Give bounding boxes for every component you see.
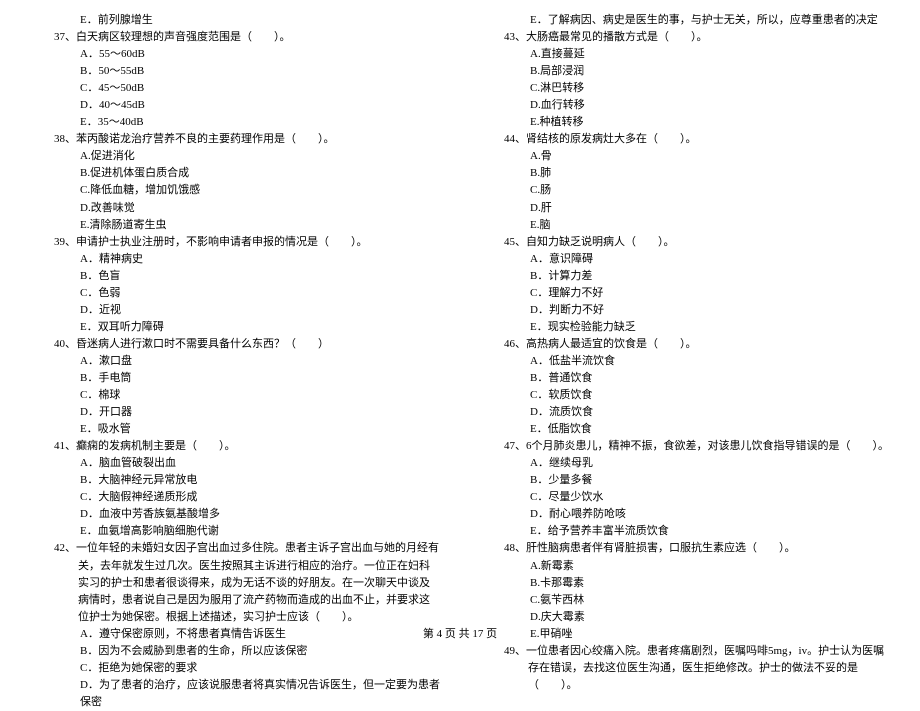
q44-opt-a: A.骨: [480, 148, 890, 165]
q45-opt-d: D．判断力不好: [480, 302, 890, 319]
q43-stem: 43、大肠癌最常见的播散方式是（ ）。: [504, 29, 890, 46]
q46-opt-b: B．普通饮食: [480, 370, 890, 387]
q39-opt-b: B．色盲: [30, 268, 440, 285]
q39-opt-c: C．色弱: [30, 285, 440, 302]
q48-opt-d: D.庆大霉素: [480, 609, 890, 626]
q46-opt-e: E．低脂饮食: [480, 421, 890, 438]
q46-opt-d: D．流质饮食: [480, 404, 890, 421]
q40-opt-a: A．漱口盘: [30, 353, 440, 370]
q46-opt-c: C．软质饮食: [480, 387, 890, 404]
q38-opt-e: E.清除肠道寄生虫: [30, 217, 440, 234]
q48-opt-b: B.卡那霉素: [480, 575, 890, 592]
q42-opt-c: C．拒绝为她保密的要求: [30, 660, 440, 677]
q48-opt-c: C.氨苄西林: [480, 592, 890, 609]
q44-opt-c: C.肠: [480, 182, 890, 199]
q43-opt-a: A.直接蔓延: [480, 46, 890, 63]
q45-opt-c: C．理解力不好: [480, 285, 890, 302]
q37-opt-d: D．40～45dB: [30, 97, 440, 114]
q41-opt-d: D．血液中芳香族氨基酸增多: [30, 506, 440, 523]
q39-opt-a: A．精神病史: [30, 251, 440, 268]
q39-opt-d: D．近视: [30, 302, 440, 319]
q42-option-e: E．了解病因、病史是医生的事，与护士无关，所以，应尊重患者的决定: [480, 12, 890, 29]
q42-opt-a: A．遵守保密原则，不将患者真情告诉医生: [30, 626, 440, 643]
q39-opt-e: E．双耳听力障碍: [30, 319, 440, 336]
q47-opt-d: D．耐心喂养防呛咳: [480, 506, 890, 523]
q42-stem: 42、一位年轻的未婚妇女因子宫出血过多住院。患者主诉子宫出血与她的月经有关，去年…: [54, 540, 440, 625]
q37-opt-a: A．55～60dB: [30, 46, 440, 63]
q48-stem: 48、肝性脑病患者伴有肾脏损害，口服抗生素应选（ ）。: [504, 540, 890, 557]
q47-opt-c: C．尽量少饮水: [480, 489, 890, 506]
q37-stem: 37、白天病区较理想的声音强度范围是（ ）。: [54, 29, 440, 46]
q49-stem: 49、一位患者因心绞痛入院。患者疼痛剧烈，医嘱吗啡5mg，iv。护士认为医嘱存在…: [504, 643, 890, 694]
right-column: E．了解病因、病史是医生的事，与护士无关，所以，应尊重患者的决定 43、大肠癌最…: [480, 12, 890, 617]
q40-opt-b: B．手电筒: [30, 370, 440, 387]
q37-opt-b: B．50～55dB: [30, 63, 440, 80]
q45-opt-b: B．计算力差: [480, 268, 890, 285]
left-column: E．前列腺增生 37、白天病区较理想的声音强度范围是（ ）。 A．55～60dB…: [30, 12, 440, 617]
q47-opt-a: A．继续母乳: [480, 455, 890, 472]
q43-opt-d: D.血行转移: [480, 97, 890, 114]
q41-opt-a: A．脑血管破裂出血: [30, 455, 440, 472]
q43-opt-e: E.种植转移: [480, 114, 890, 131]
q40-opt-c: C．棉球: [30, 387, 440, 404]
q48-opt-a: A.新霉素: [480, 558, 890, 575]
q43-opt-b: B.局部浸润: [480, 63, 890, 80]
q47-stem: 47、6个月肺炎患儿，精神不振，食欲差，对该患儿饮食指导错误的是（ ）。: [504, 438, 890, 455]
q47-opt-e: E．给予营养丰富半流质饮食: [480, 523, 890, 540]
q44-opt-e: E.脑: [480, 217, 890, 234]
q42-opt-b: B．因为不会威胁到患者的生命，所以应该保密: [30, 643, 440, 660]
q40-opt-e: E．吸水管: [30, 421, 440, 438]
q39-stem: 39、申请护士执业注册时，不影响申请者申报的情况是（ ）。: [54, 234, 440, 251]
q40-stem: 40、昏迷病人进行漱口时不需要具备什么东西？（ ）: [54, 336, 440, 353]
q41-opt-e: E．血氨增高影响脑细胞代谢: [30, 523, 440, 540]
q41-opt-b: B．大脑神经元异常放电: [30, 472, 440, 489]
q37-opt-c: C．45～50dB: [30, 80, 440, 97]
q38-stem: 38、苯丙酸诺龙治疗营养不良的主要药理作用是（ ）。: [54, 131, 440, 148]
q45-opt-e: E．现实检验能力缺乏: [480, 319, 890, 336]
q36-option-e: E．前列腺增生: [30, 12, 440, 29]
q45-opt-a: A．意识障碍: [480, 251, 890, 268]
q46-stem: 46、高热病人最适宜的饮食是（ ）。: [504, 336, 890, 353]
q41-stem: 41、癫痫的发病机制主要是（ ）。: [54, 438, 440, 455]
q38-opt-c: C.降低血糖，增加饥饿感: [30, 182, 440, 199]
q37-opt-e: E．35～40dB: [30, 114, 440, 131]
q48-opt-e: E.甲硝唑: [480, 626, 890, 643]
q38-opt-b: B.促进机体蛋白质合成: [30, 165, 440, 182]
q38-opt-d: D.改善味觉: [30, 200, 440, 217]
q45-stem: 45、自知力缺乏说明病人（ ）。: [504, 234, 890, 251]
two-column-layout: E．前列腺增生 37、白天病区较理想的声音强度范围是（ ）。 A．55～60dB…: [30, 12, 890, 617]
q38-opt-a: A.促进消化: [30, 148, 440, 165]
q41-opt-c: C．大脑假神经递质形成: [30, 489, 440, 506]
q44-stem: 44、肾结核的原发病灶大多在（ ）。: [504, 131, 890, 148]
q47-opt-b: B．少量多餐: [480, 472, 890, 489]
q40-opt-d: D．开口器: [30, 404, 440, 421]
q43-opt-c: C.淋巴转移: [480, 80, 890, 97]
q44-opt-b: B.肺: [480, 165, 890, 182]
q46-opt-a: A．低盐半流饮食: [480, 353, 890, 370]
q42-opt-d: D．为了患者的治疗，应该说服患者将真实情况告诉医生，但一定要为患者保密: [30, 677, 440, 711]
q44-opt-d: D.肝: [480, 200, 890, 217]
